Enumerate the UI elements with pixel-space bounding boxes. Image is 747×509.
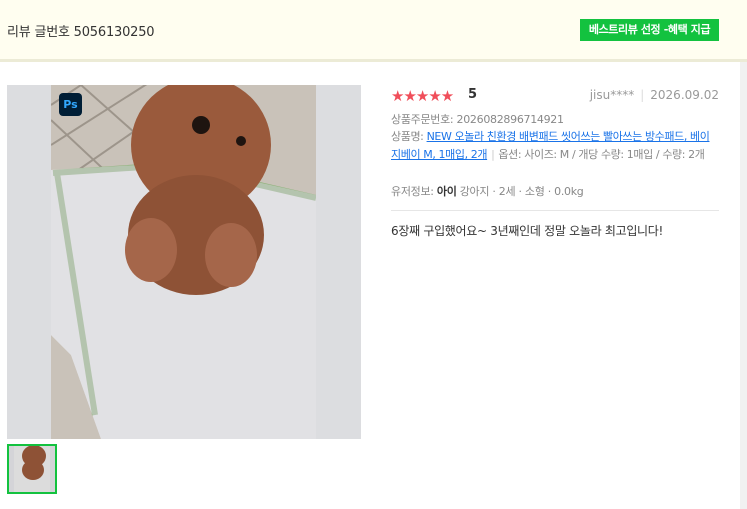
order-number: 상품주문번호: 2026082896714921	[391, 111, 564, 127]
section-divider	[391, 210, 719, 211]
order-number-label: 상품주문번호:	[391, 113, 457, 126]
product-option: 옵션: 사이즈: M / 개당 수량: 1매입 / 수량: 2개	[498, 148, 705, 161]
product-divider: |	[491, 148, 495, 161]
review-header: 리뷰 글번호 5056130250 베스트리뷰 선정 -혜택 지급	[0, 0, 747, 62]
review-meta: jisu**** | 2026.09.02	[590, 88, 719, 102]
photo-thumbnail[interactable]	[7, 444, 57, 494]
review-body: 6장째 구입했어요~ 3년째인데 정말 오놀라 최고입니다!	[391, 224, 664, 238]
user-info: 유저정보: 아이 강아지 · 2세 · 소형 · 0.0kg	[391, 183, 584, 199]
scrollbar-track[interactable]	[740, 62, 747, 509]
photoshop-icon: Ps	[59, 93, 82, 116]
review-date: 2026.09.02	[650, 88, 719, 102]
order-number-value: 2026082896714921	[456, 113, 564, 126]
product-info: 상품명: NEW 오놀라 친환경 배변패드 씻어쓰는 빨아쓰는 방수패드, 베이…	[391, 128, 719, 164]
user-info-label: 유저정보:	[391, 185, 437, 198]
product-label: 상품명:	[391, 130, 427, 143]
user-info-pet: 아이	[436, 185, 457, 198]
rating-stars: ★★★★★	[391, 87, 454, 105]
review-number: 리뷰 글번호 5056130250	[7, 25, 155, 40]
rating-score: 5	[468, 87, 478, 102]
dog-photo	[51, 85, 316, 439]
user-info-details: 강아지 · 2세 · 소형 · 0.0kg	[456, 185, 584, 198]
review-photo[interactable]	[7, 85, 361, 439]
meta-divider: |	[640, 88, 645, 102]
best-review-badge: 베스트리뷰 선정 -혜택 지급	[580, 19, 719, 41]
author-id: jisu****	[589, 88, 635, 102]
